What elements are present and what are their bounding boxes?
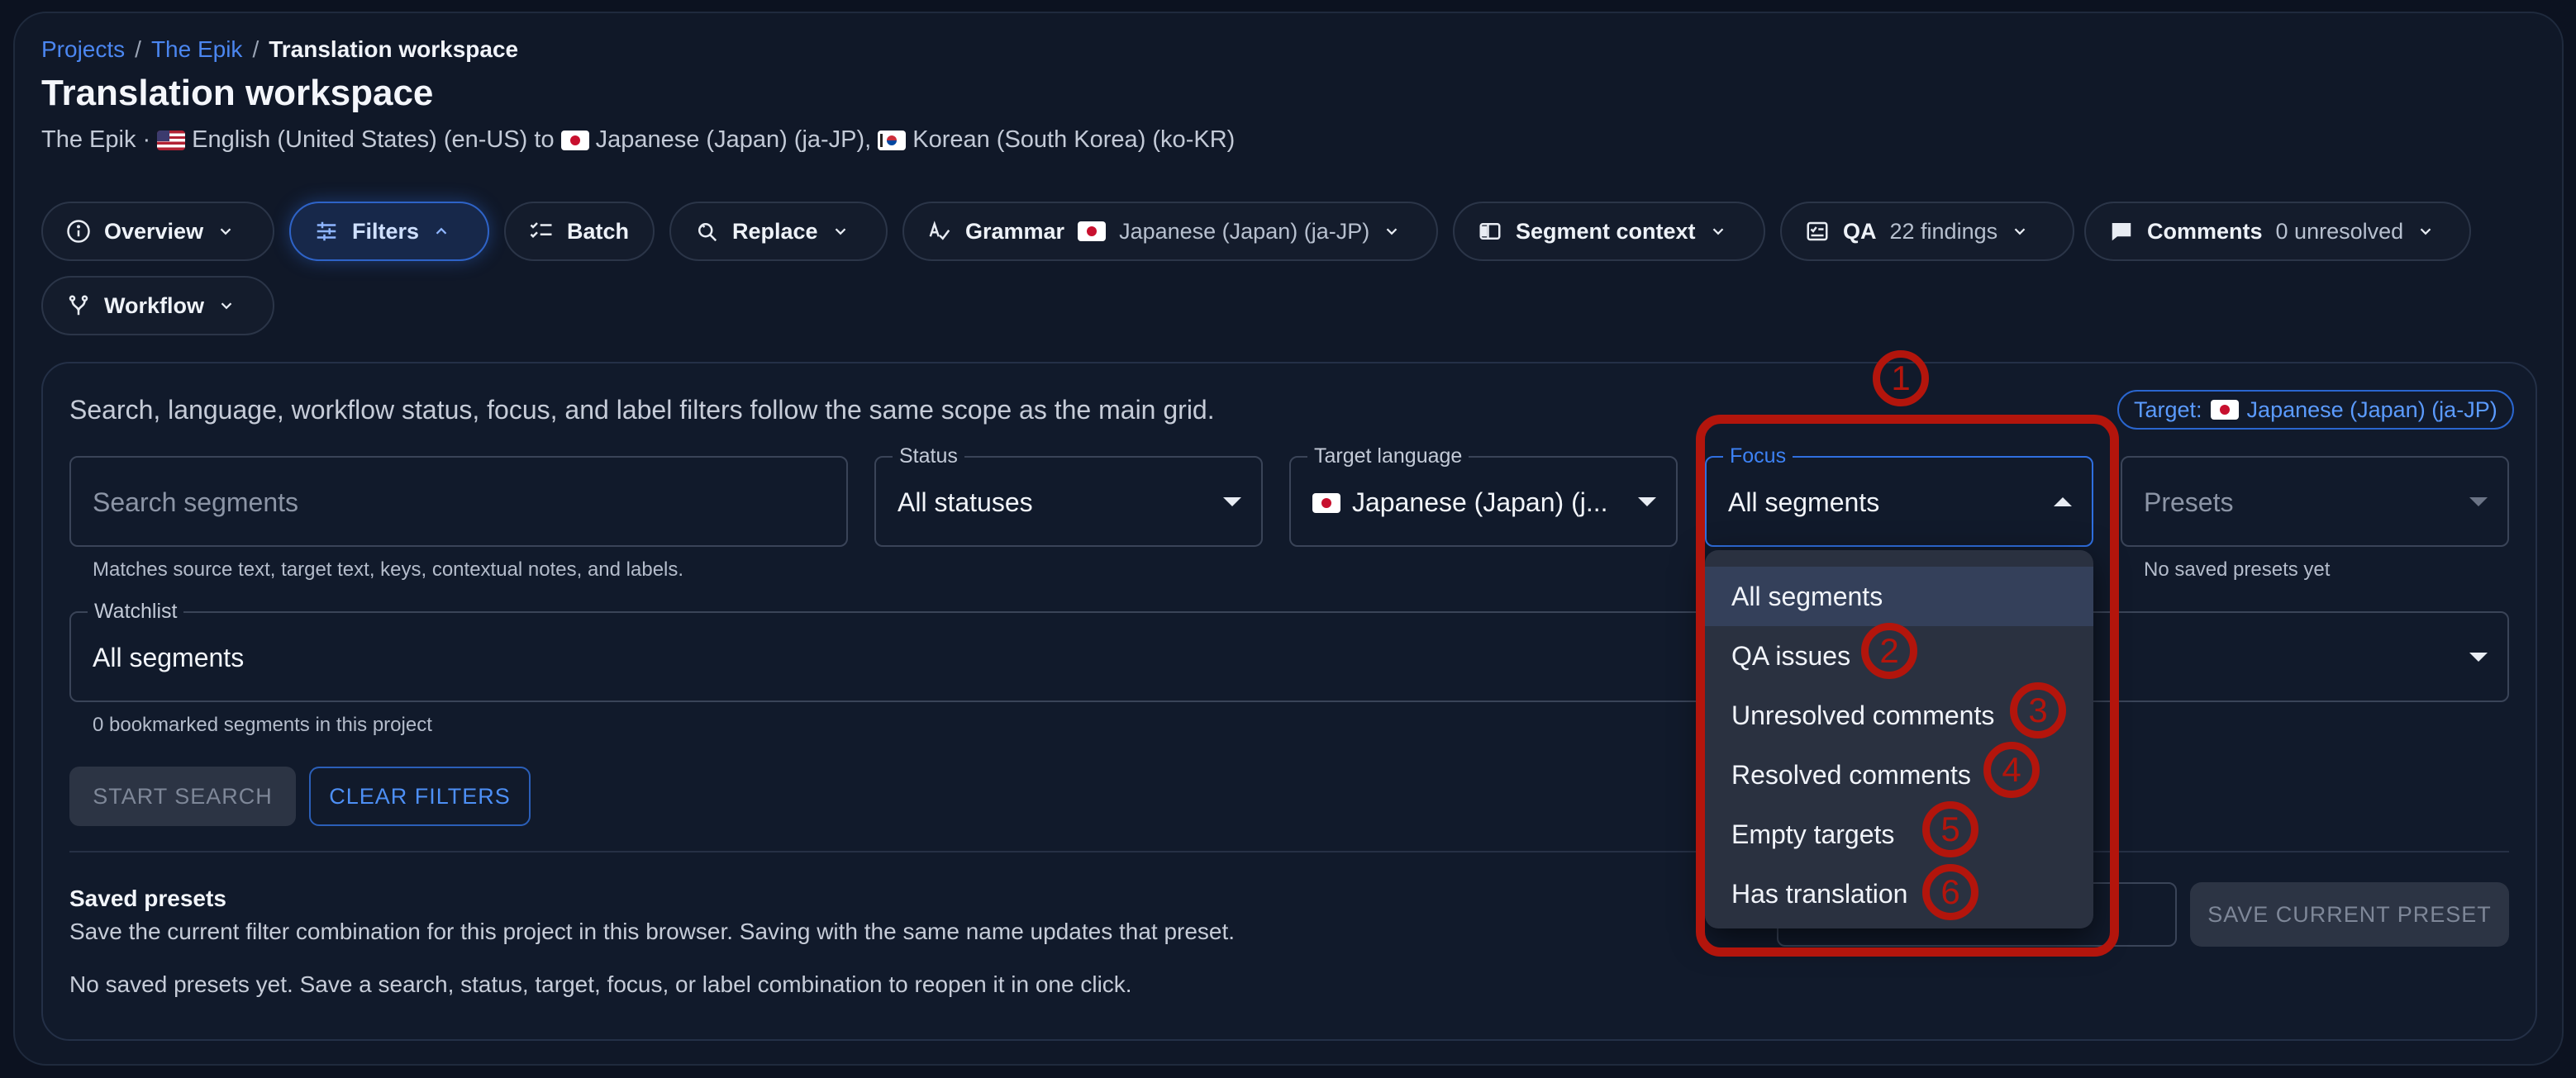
chevron-down-icon bbox=[2420, 228, 2431, 235]
presets-select[interactable]: Presets bbox=[2121, 456, 2509, 547]
qa-report-icon bbox=[1807, 221, 1828, 241]
qa-label: QA bbox=[1843, 218, 1877, 244]
grammar-label: Grammar bbox=[965, 218, 1065, 244]
watchlist-helper-text: 0 bookmarked segments in this project bbox=[93, 714, 432, 736]
presets-placeholder: Presets bbox=[2144, 487, 2234, 517]
target-language-label: Target language bbox=[1307, 444, 1469, 468]
comments-unresolved-count: 0 unresolved bbox=[2275, 218, 2404, 244]
segment-context-label: Segment context bbox=[1516, 218, 1696, 244]
search-placeholder: Search segments bbox=[93, 487, 299, 517]
breadcrumb: Projects / The Epik / Translation worksp… bbox=[41, 35, 518, 64]
filters-intro-text: Search, language, workflow status, focus… bbox=[69, 395, 1215, 425]
target-language-chip: Target: Japanese (Japan) (ja-JP) bbox=[2117, 390, 2514, 430]
page-subtitle: The Epik · English (United States) (en-U… bbox=[41, 126, 1235, 154]
target-language-value: Japanese (Japan) (j... bbox=[1352, 487, 1608, 517]
caret-down-icon bbox=[1638, 497, 1656, 506]
batch-label: Batch bbox=[567, 218, 630, 244]
target-language-select[interactable]: Target language Japanese (Japan) (j... bbox=[1289, 444, 1678, 547]
annotation-marker-6: 6 bbox=[1922, 864, 1978, 920]
search-replace-icon bbox=[698, 223, 717, 242]
korea-flag-icon bbox=[878, 130, 907, 150]
chevron-down-icon bbox=[220, 228, 231, 235]
saved-presets-title: Saved presets bbox=[69, 886, 226, 911]
workflow-button[interactable]: Workflow bbox=[41, 276, 274, 335]
watchlist-select[interactable]: Watchlist All segments bbox=[69, 600, 2509, 702]
spellcheck-icon bbox=[929, 221, 950, 240]
comment-icon bbox=[2112, 223, 2131, 241]
save-current-preset-button[interactable]: SAVE CURRENT PRESET bbox=[2190, 882, 2509, 947]
batch-button[interactable]: Batch bbox=[504, 202, 655, 261]
search-segments-input[interactable]: Search segments bbox=[69, 456, 848, 547]
chevron-down-icon bbox=[1712, 228, 1723, 235]
caret-down-icon bbox=[1223, 497, 1241, 506]
filters-button[interactable]: Filters bbox=[289, 202, 489, 261]
segment-context-button[interactable]: Segment context bbox=[1453, 202, 1765, 261]
replace-label: Replace bbox=[732, 218, 818, 244]
info-icon bbox=[67, 220, 90, 243]
caret-down-icon bbox=[2469, 497, 2488, 506]
workflow-label: Workflow bbox=[104, 292, 204, 318]
chevron-down-icon bbox=[2014, 228, 2026, 235]
caret-down-icon bbox=[2469, 653, 2488, 662]
watchlist-label: Watchlist bbox=[88, 600, 184, 624]
breadcrumb-separator: / bbox=[252, 36, 260, 62]
annotation-marker-3: 3 bbox=[2010, 682, 2066, 738]
subtitle-target-language-ja: Japanese (Japan) (ja-JP), bbox=[595, 126, 872, 153]
checklist-icon bbox=[530, 222, 552, 239]
chevron-down-icon bbox=[1386, 228, 1398, 235]
target-chip-value: Japanese (Japan) (ja-JP) bbox=[2246, 397, 2497, 422]
context-panel-icon bbox=[1479, 223, 1501, 240]
qa-findings-count: 22 findings bbox=[1889, 218, 1998, 244]
chevron-down-icon bbox=[835, 228, 845, 235]
comments-label: Comments bbox=[2147, 218, 2263, 244]
annotation-highlight-box bbox=[1696, 415, 2119, 957]
breadcrumb-projects-link[interactable]: Projects bbox=[41, 36, 125, 63]
presets-helper-text: No saved presets yet bbox=[2144, 558, 2331, 581]
section-divider bbox=[69, 851, 2509, 852]
filters-label: Filters bbox=[352, 218, 420, 244]
target-language-value-wrap: Japanese (Japan) (j... bbox=[1312, 487, 1608, 518]
overview-label: Overview bbox=[104, 218, 204, 244]
japan-flag-icon bbox=[1312, 492, 1340, 513]
annotation-marker-2: 2 bbox=[1861, 623, 1917, 679]
japan-flag-icon bbox=[1078, 221, 1107, 241]
chevron-down-icon bbox=[221, 302, 232, 310]
clear-filters-button[interactable]: CLEAR FILTERS bbox=[309, 767, 531, 826]
subtitle-project: The Epik · bbox=[41, 126, 151, 153]
breadcrumb-separator: / bbox=[135, 36, 141, 62]
breadcrumb-current: Translation workspace bbox=[269, 36, 519, 62]
status-label: Status bbox=[893, 444, 964, 468]
comments-button[interactable]: Comments 0 unresolved bbox=[2084, 202, 2471, 261]
subtitle-target-language-ko: Korean (South Korea) (ko-KR) bbox=[912, 126, 1236, 153]
status-select[interactable]: Status All statuses bbox=[874, 444, 1263, 547]
overview-button[interactable]: Overview bbox=[41, 202, 274, 261]
us-flag-icon bbox=[157, 130, 186, 150]
annotation-marker-4: 4 bbox=[1983, 742, 2040, 798]
qa-button[interactable]: QA 22 findings bbox=[1780, 202, 2074, 261]
chevron-up-icon bbox=[436, 227, 447, 235]
saved-presets-description: Save the current filter combination for … bbox=[69, 919, 1236, 944]
page-title: Translation workspace bbox=[41, 73, 434, 113]
subtitle-source-language: English (United States) (en-US) to bbox=[192, 126, 555, 153]
status-value: All statuses bbox=[898, 487, 1033, 517]
sliders-icon bbox=[317, 221, 336, 241]
start-search-button[interactable]: START SEARCH bbox=[69, 767, 296, 826]
japan-flag-icon bbox=[560, 130, 589, 150]
grammar-button[interactable]: Grammar Japanese (Japan) (ja-JP) bbox=[902, 202, 1438, 261]
japan-flag-icon bbox=[2210, 400, 2239, 420]
search-helper-text: Matches source text, target text, keys, … bbox=[93, 558, 684, 581]
annotation-marker-5: 5 bbox=[1922, 801, 1978, 857]
annotation-marker-1: 1 bbox=[1873, 350, 1929, 406]
saved-presets-empty-text: No saved presets yet. Save a search, sta… bbox=[69, 971, 1132, 997]
replace-button[interactable]: Replace bbox=[669, 202, 888, 261]
fork-icon bbox=[69, 295, 88, 316]
breadcrumb-project-link[interactable]: The Epik bbox=[151, 36, 243, 63]
grammar-language: Japanese (Japan) (ja-JP) bbox=[1119, 218, 1370, 244]
watchlist-value: All segments bbox=[93, 643, 245, 672]
target-chip-label: Target: bbox=[2134, 397, 2202, 422]
